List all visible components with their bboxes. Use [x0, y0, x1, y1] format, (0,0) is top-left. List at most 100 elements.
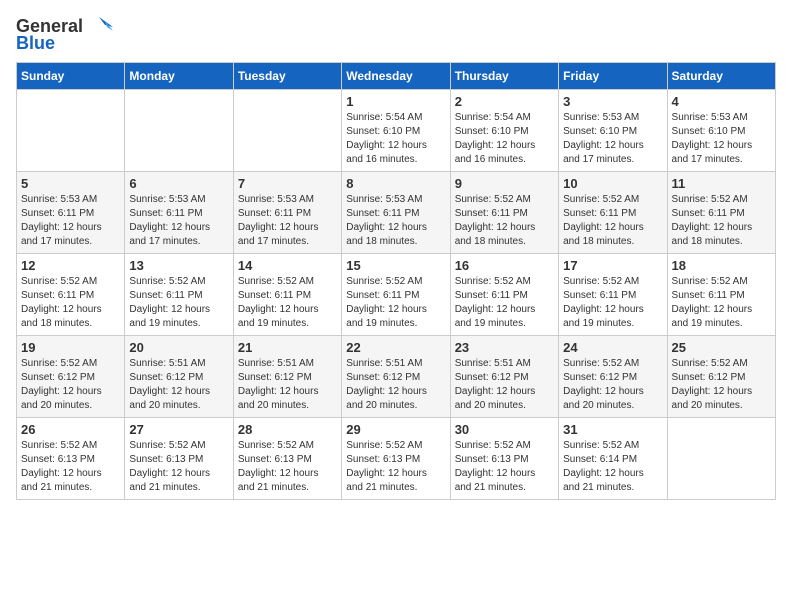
- day-info: Sunrise: 5:52 AM Sunset: 6:12 PM Dayligh…: [563, 357, 662, 413]
- day-info: Sunrise: 5:53 AM Sunset: 6:10 PM Dayligh…: [563, 111, 662, 167]
- day-info: Sunrise: 5:52 AM Sunset: 6:11 PM Dayligh…: [455, 275, 554, 331]
- weekday-saturday: Saturday: [667, 63, 775, 90]
- day-info: Sunrise: 5:52 AM Sunset: 6:13 PM Dayligh…: [346, 439, 445, 495]
- weekday-monday: Monday: [125, 63, 233, 90]
- day-cell: 7 Sunrise: 5:53 AM Sunset: 6:11 PM Daylig…: [233, 172, 341, 254]
- header: General Blue: [16, 16, 776, 54]
- day-cell: 10 Sunrise: 5:52 AM Sunset: 6:11 PM Dayli…: [559, 172, 667, 254]
- day-cell: 5 Sunrise: 5:53 AM Sunset: 6:11 PM Daylig…: [17, 172, 125, 254]
- week-row-1: 1 Sunrise: 5:54 AM Sunset: 6:10 PM Daylig…: [17, 90, 776, 172]
- day-info: Sunrise: 5:53 AM Sunset: 6:11 PM Dayligh…: [238, 193, 337, 249]
- day-cell: 26 Sunrise: 5:52 AM Sunset: 6:13 PM Dayli…: [17, 418, 125, 500]
- day-cell: 18Sunrise: 5:52 AM Sunset: 6:11 PM Dayli…: [667, 254, 775, 336]
- day-number: 5: [21, 176, 120, 191]
- day-number: 3: [563, 94, 662, 109]
- day-info: Sunrise: 5:53 AM Sunset: 6:11 PM Dayligh…: [21, 193, 120, 249]
- day-cell: 1 Sunrise: 5:54 AM Sunset: 6:10 PM Daylig…: [342, 90, 450, 172]
- day-cell: 3 Sunrise: 5:53 AM Sunset: 6:10 PM Daylig…: [559, 90, 667, 172]
- week-row-2: 5 Sunrise: 5:53 AM Sunset: 6:11 PM Daylig…: [17, 172, 776, 254]
- day-number: 21: [238, 340, 337, 355]
- calendar-body: 1 Sunrise: 5:54 AM Sunset: 6:10 PM Daylig…: [17, 90, 776, 500]
- day-number: 11: [672, 176, 771, 191]
- day-info: Sunrise: 5:52 AM Sunset: 6:11 PM Dayligh…: [129, 275, 228, 331]
- day-number: 24: [563, 340, 662, 355]
- day-cell: 19 Sunrise: 5:52 AM Sunset: 6:12 PM Dayli…: [17, 336, 125, 418]
- day-info: Sunrise: 5:51 AM Sunset: 6:12 PM Dayligh…: [238, 357, 337, 413]
- day-cell: 17 Sunrise: 5:52 AM Sunset: 6:11 PM Dayli…: [559, 254, 667, 336]
- day-number: 16: [455, 258, 554, 273]
- day-info: Sunrise: 5:51 AM Sunset: 6:12 PM Dayligh…: [455, 357, 554, 413]
- day-number: 8: [346, 176, 445, 191]
- logo: General Blue: [16, 16, 113, 54]
- day-number: 19: [21, 340, 120, 355]
- weekday-thursday: Thursday: [450, 63, 558, 90]
- day-cell: 4 Sunrise: 5:53 AM Sunset: 6:10 PM Daylig…: [667, 90, 775, 172]
- day-cell: 12 Sunrise: 5:52 AM Sunset: 6:11 PM Dayli…: [17, 254, 125, 336]
- day-number: 17: [563, 258, 662, 273]
- day-info: Sunrise: 5:52 AM Sunset: 6:13 PM Dayligh…: [238, 439, 337, 495]
- day-info: Sunrise: 5:53 AM Sunset: 6:10 PM Dayligh…: [672, 111, 771, 167]
- day-cell: [125, 90, 233, 172]
- day-info: Sunrise: 5:52 AM Sunset: 6:11 PM Dayligh…: [238, 275, 337, 331]
- day-cell: 16 Sunrise: 5:52 AM Sunset: 6:11 PM Dayli…: [450, 254, 558, 336]
- day-number: 9: [455, 176, 554, 191]
- day-info: Sunrise: 5:54 AM Sunset: 6:10 PM Dayligh…: [346, 111, 445, 167]
- day-number: 1: [346, 94, 445, 109]
- day-number: 22: [346, 340, 445, 355]
- day-number: 12: [21, 258, 120, 273]
- day-info: Sunrise: 5:52 AM Sunset: 6:13 PM Dayligh…: [129, 439, 228, 495]
- week-row-4: 19 Sunrise: 5:52 AM Sunset: 6:12 PM Dayli…: [17, 336, 776, 418]
- day-cell: 24 Sunrise: 5:52 AM Sunset: 6:12 PM Dayli…: [559, 336, 667, 418]
- day-cell: 29 Sunrise: 5:52 AM Sunset: 6:13 PM Dayli…: [342, 418, 450, 500]
- day-info: Sunrise: 5:52 AM Sunset: 6:11 PM Dayligh…: [563, 193, 662, 249]
- day-cell: 23 Sunrise: 5:51 AM Sunset: 6:12 PM Dayli…: [450, 336, 558, 418]
- day-cell: 6 Sunrise: 5:53 AM Sunset: 6:11 PM Daylig…: [125, 172, 233, 254]
- logo-blue-text: Blue: [16, 33, 113, 54]
- day-info: Sunrise: 5:52 AM Sunset: 6:11 PM Dayligh…: [346, 275, 445, 331]
- day-number: 20: [129, 340, 228, 355]
- day-info: Sunrise: 5:52 AM Sunset: 6:11 PM Dayligh…: [455, 193, 554, 249]
- day-info: Sunrise: 5:52 AM Sunset: 6:11 PM Dayligh…: [21, 275, 120, 331]
- calendar: SundayMondayTuesdayWednesdayThursdayFrid…: [16, 62, 776, 500]
- day-cell: 14Sunrise: 5:52 AM Sunset: 6:11 PM Dayli…: [233, 254, 341, 336]
- day-info: Sunrise: 5:52 AM Sunset: 6:12 PM Dayligh…: [21, 357, 120, 413]
- weekday-friday: Friday: [559, 63, 667, 90]
- day-number: 6: [129, 176, 228, 191]
- day-info: Sunrise: 5:52 AM Sunset: 6:13 PM Dayligh…: [455, 439, 554, 495]
- day-cell: 21 Sunrise: 5:51 AM Sunset: 6:12 PM Dayli…: [233, 336, 341, 418]
- day-cell: 30 Sunrise: 5:52 AM Sunset: 6:13 PM Dayli…: [450, 418, 558, 500]
- day-info: Sunrise: 5:52 AM Sunset: 6:14 PM Dayligh…: [563, 439, 662, 495]
- day-cell: 13Sunrise: 5:52 AM Sunset: 6:11 PM Dayli…: [125, 254, 233, 336]
- day-number: 7: [238, 176, 337, 191]
- day-number: 29: [346, 422, 445, 437]
- day-cell: [233, 90, 341, 172]
- day-number: 15: [346, 258, 445, 273]
- weekday-sunday: Sunday: [17, 63, 125, 90]
- day-cell: 22 Sunrise: 5:51 AM Sunset: 6:12 PM Dayli…: [342, 336, 450, 418]
- day-info: Sunrise: 5:53 AM Sunset: 6:11 PM Dayligh…: [346, 193, 445, 249]
- day-info: Sunrise: 5:53 AM Sunset: 6:11 PM Dayligh…: [129, 193, 228, 249]
- day-cell: 15 Sunrise: 5:52 AM Sunset: 6:11 PM Dayli…: [342, 254, 450, 336]
- day-number: 30: [455, 422, 554, 437]
- day-number: 26: [21, 422, 120, 437]
- day-info: Sunrise: 5:52 AM Sunset: 6:11 PM Dayligh…: [672, 193, 771, 249]
- day-number: 4: [672, 94, 771, 109]
- day-cell: 11 Sunrise: 5:52 AM Sunset: 6:11 PM Dayli…: [667, 172, 775, 254]
- day-info: Sunrise: 5:52 AM Sunset: 6:13 PM Dayligh…: [21, 439, 120, 495]
- day-number: 28: [238, 422, 337, 437]
- day-cell: 25Sunrise: 5:52 AM Sunset: 6:12 PM Dayli…: [667, 336, 775, 418]
- weekday-header: SundayMondayTuesdayWednesdayThursdayFrid…: [17, 63, 776, 90]
- day-info: Sunrise: 5:51 AM Sunset: 6:12 PM Dayligh…: [346, 357, 445, 413]
- day-number: 18: [672, 258, 771, 273]
- day-cell: 27Sunrise: 5:52 AM Sunset: 6:13 PM Dayli…: [125, 418, 233, 500]
- day-info: Sunrise: 5:52 AM Sunset: 6:12 PM Dayligh…: [672, 357, 771, 413]
- day-number: 10: [563, 176, 662, 191]
- day-info: Sunrise: 5:54 AM Sunset: 6:10 PM Dayligh…: [455, 111, 554, 167]
- day-info: Sunrise: 5:52 AM Sunset: 6:11 PM Dayligh…: [563, 275, 662, 331]
- day-cell: 20 Sunrise: 5:51 AM Sunset: 6:12 PM Dayli…: [125, 336, 233, 418]
- week-row-3: 12 Sunrise: 5:52 AM Sunset: 6:11 PM Dayli…: [17, 254, 776, 336]
- day-cell: 9 Sunrise: 5:52 AM Sunset: 6:11 PM Daylig…: [450, 172, 558, 254]
- day-number: 23: [455, 340, 554, 355]
- day-cell: 2Sunrise: 5:54 AM Sunset: 6:10 PM Daylig…: [450, 90, 558, 172]
- day-info: Sunrise: 5:51 AM Sunset: 6:12 PM Dayligh…: [129, 357, 228, 413]
